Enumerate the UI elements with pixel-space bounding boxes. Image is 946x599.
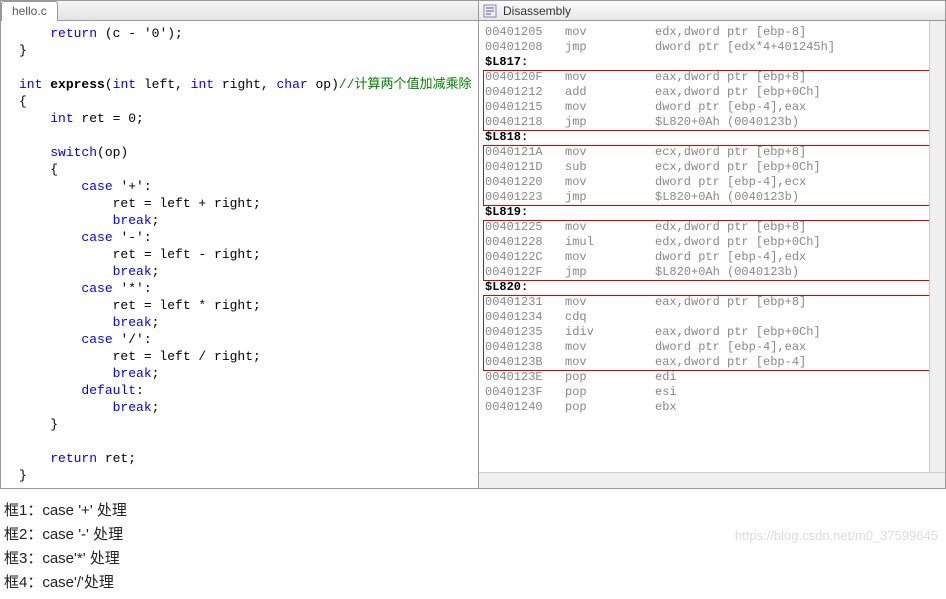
asm-row: 0040122Cmovdword ptr [ebp-4],edx (485, 250, 941, 265)
asm-row: 0040121Dsubecx,dword ptr [ebp+0Ch] (485, 160, 941, 175)
disassembly-listing: 00401205movedx,dword ptr [ebp-8]00401208… (479, 21, 945, 419)
asm-row: 0040120Fmoveax,dword ptr [ebp+8] (485, 70, 941, 85)
asm-row: 00401223jmp$L820+0Ah (0040123b) (485, 190, 941, 205)
asm-row: 00401215movdword ptr [ebp-4],eax (485, 100, 941, 115)
ide-window: hello.c return (c - '0');} int express(i… (0, 0, 946, 489)
asm-row: 00401235idiveax,dword ptr [ebp+0Ch] (485, 325, 941, 340)
asm-row: 00401238movdword ptr [ebp-4],eax (485, 340, 941, 355)
asm-row: 00401218jmp$L820+0Ah (0040123b) (485, 115, 941, 130)
asm-row: 0040122Fjmp$L820+0Ah (0040123b) (485, 265, 941, 280)
note-line: 框1：case '+' 处理 (4, 499, 942, 523)
disasm-icon (483, 4, 497, 18)
disasm-title-bar: Disassembly (479, 1, 945, 21)
asm-row: 00401231moveax,dword ptr [ebp+8] (485, 295, 941, 310)
note-line: 框4：case'/'处理 (4, 571, 942, 595)
asm-row: 0040123Fpopesi (485, 385, 941, 400)
asm-row: 00401220movdword ptr [ebp-4],ecx (485, 175, 941, 190)
asm-row: 00401240popebx (485, 400, 941, 415)
asm-row: $L817: (485, 55, 941, 70)
source-tab[interactable]: hello.c (1, 1, 58, 21)
watermark: https://blog.csdn.net/m0_37599645 (735, 528, 938, 543)
source-pane: hello.c return (c - '0');} int express(i… (1, 1, 479, 488)
horizontal-scrollbar[interactable] (479, 472, 945, 488)
annotation-notes: 框1：case '+' 处理框2：case '-' 处理框3：case'*' 处… (0, 489, 946, 599)
asm-row: 0040121Amovecx,dword ptr [ebp+8] (485, 145, 941, 160)
vertical-scrollbar[interactable] (929, 21, 945, 488)
note-line: 框3：case'*' 处理 (4, 547, 942, 571)
source-code: return (c - '0');} int express(int left,… (1, 21, 478, 488)
asm-row: 00401205movedx,dword ptr [ebp-8] (485, 25, 941, 40)
asm-row: $L820: (485, 280, 941, 295)
asm-row: $L819: (485, 205, 941, 220)
disasm-pane: Disassembly 00401205movedx,dword ptr [eb… (479, 1, 945, 488)
asm-row: 00401228imuledx,dword ptr [ebp+0Ch] (485, 235, 941, 250)
source-tab-bar: hello.c (1, 1, 478, 21)
asm-row: 0040123Epopedi (485, 370, 941, 385)
asm-row: 00401225movedx,dword ptr [ebp+8] (485, 220, 941, 235)
asm-row: $L818: (485, 130, 941, 145)
asm-row: 00401234cdq (485, 310, 941, 325)
asm-row: 00401212addeax,dword ptr [ebp+0Ch] (485, 85, 941, 100)
asm-row: 0040123Bmoveax,dword ptr [ebp-4] (485, 355, 941, 370)
disasm-title: Disassembly (501, 4, 571, 18)
asm-row: 00401208jmpdword ptr [edx*4+401245h] (485, 40, 941, 55)
